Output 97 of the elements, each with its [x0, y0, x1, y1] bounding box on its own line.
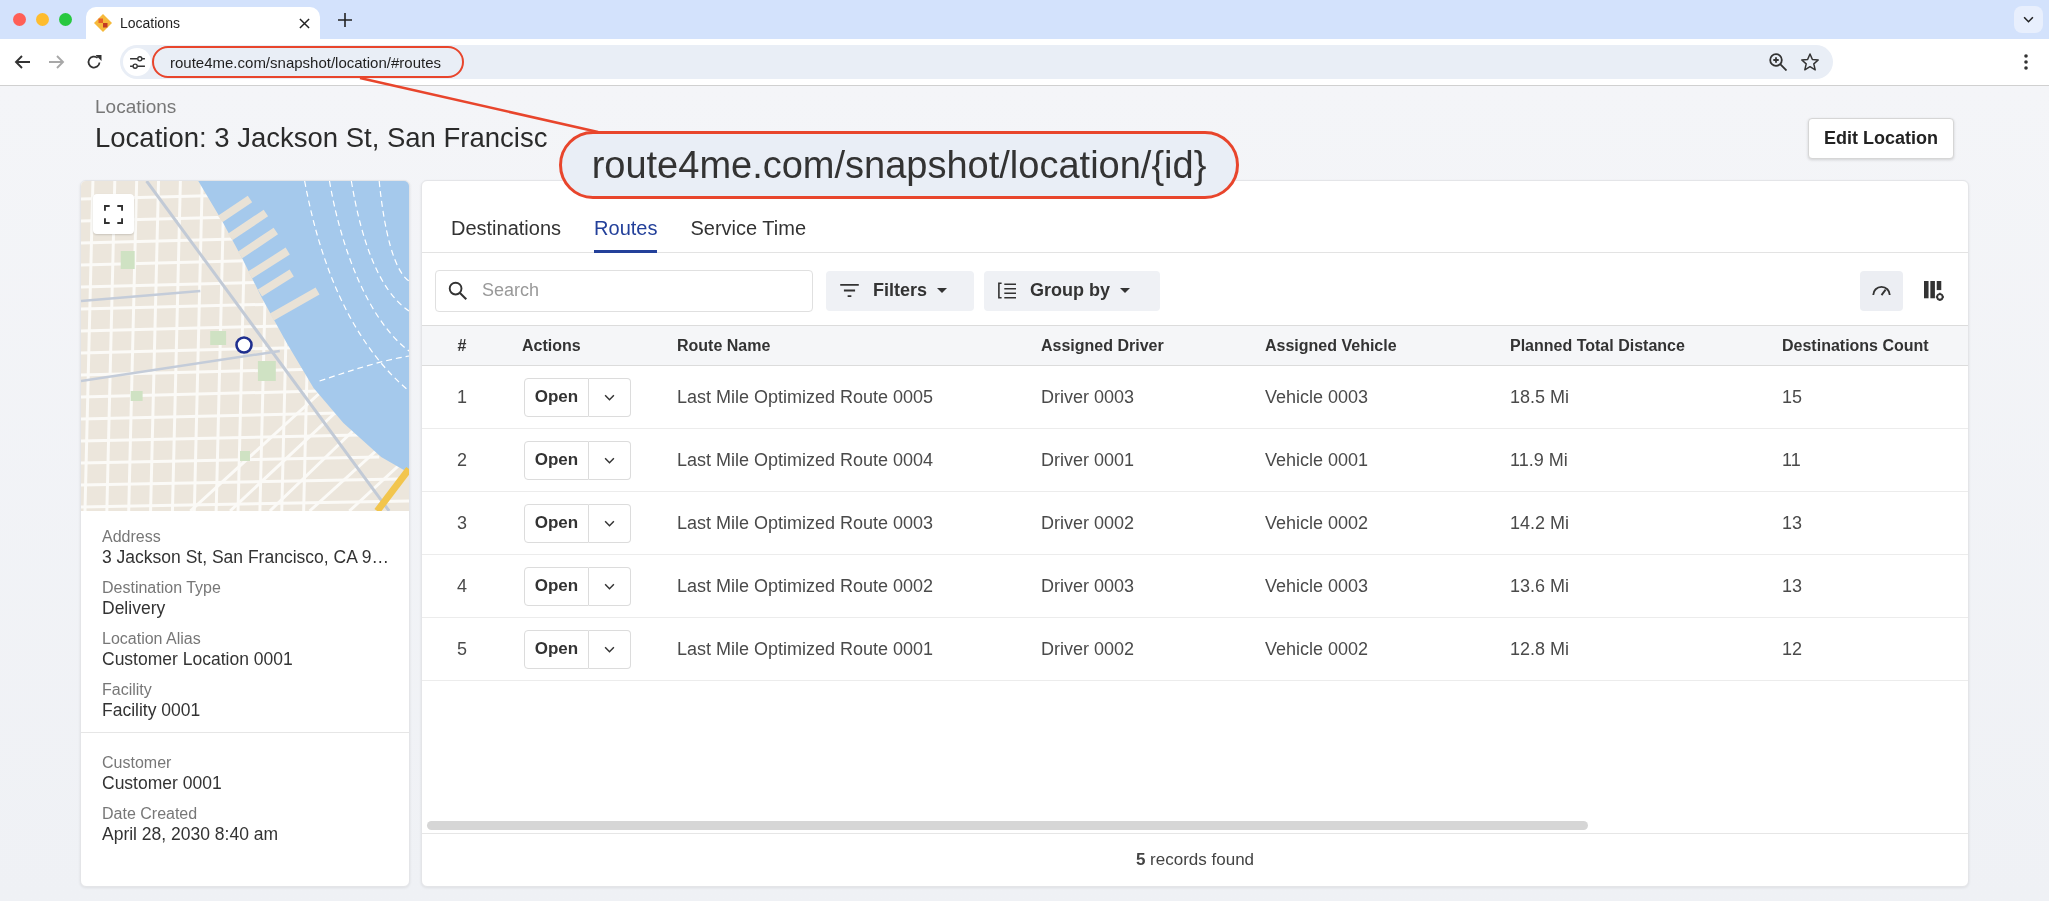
group-by-button[interactable]: Group by — [984, 270, 1160, 311]
table-cell: 5 — [457, 638, 467, 660]
table-cell: 13 — [1782, 575, 1803, 597]
table-cell: Driver 0002 — [1041, 638, 1135, 660]
fullscreen-icon — [104, 204, 123, 224]
tab-list-button[interactable] — [2014, 6, 2043, 33]
fullscreen-button[interactable] — [93, 194, 134, 234]
location-marker-icon[interactable] — [235, 336, 253, 354]
column-header[interactable]: Assigned Vehicle — [1265, 336, 1397, 355]
column-settings-icon[interactable] — [1924, 280, 1944, 301]
more-menu-icon[interactable] — [2024, 54, 2028, 70]
open-button[interactable]: Open — [524, 440, 589, 480]
close-icon[interactable] — [299, 17, 310, 29]
chevron-down-icon — [604, 645, 615, 653]
tune-icon — [129, 55, 145, 69]
field-label: Address — [102, 527, 162, 546]
table-cell: 13 — [1782, 512, 1803, 534]
table-cell: 13.6 Mi — [1510, 575, 1570, 597]
address-bar[interactable]: route4me.com/snapshot/location/#routes — [120, 45, 1833, 79]
column-header[interactable]: Destinations Count — [1782, 336, 1929, 355]
table-cell: 15 — [1782, 386, 1803, 408]
table-cell: Last Mile Optimized Route 0005 — [677, 386, 934, 408]
filter-icon — [840, 284, 859, 297]
table-cell: 4 — [457, 575, 467, 597]
breadcrumb-link[interactable]: Locations — [95, 95, 177, 119]
table-cell: Last Mile Optimized Route 0004 — [677, 449, 934, 471]
site-settings-button[interactable] — [123, 48, 151, 76]
chevron-down-icon — [604, 582, 615, 590]
url-callout: route4me.com/snapshot/location/{id} — [559, 131, 1239, 199]
field-value: Customer Location 0001 — [102, 648, 294, 670]
gauge-button[interactable] — [1860, 270, 1903, 311]
filters-button[interactable]: Filters — [826, 270, 974, 311]
table-cell: Vehicle 0003 — [1265, 575, 1369, 597]
open-button[interactable]: Open — [524, 566, 589, 606]
url-text: route4me.com/snapshot/location/#routes — [170, 53, 441, 71]
table-cell: Vehicle 0002 — [1265, 638, 1369, 660]
table-cell: 11.9 Mi — [1510, 449, 1568, 471]
field-label: Destination Type — [102, 578, 222, 597]
field-value: Facility 0001 — [102, 699, 202, 721]
page-title: Location: 3 Jackson St, San Francisc — [95, 122, 548, 154]
table-cell: Last Mile Optimized Route 0001 — [677, 638, 934, 660]
bookmark-star-icon[interactable] — [1801, 53, 1819, 71]
table-cell: 18.5 Mi — [1510, 386, 1570, 408]
field-value: April 28, 2030 8:40 am — [102, 823, 280, 845]
table-cell: Last Mile Optimized Route 0002 — [677, 575, 934, 597]
table-cell: Last Mile Optimized Route 0003 — [677, 512, 934, 534]
field-label: Customer — [102, 753, 173, 772]
tab[interactable]: Destinations — [451, 216, 562, 253]
search-field[interactable]: Search — [435, 269, 813, 312]
table-cell: Driver 0003 — [1041, 386, 1135, 408]
open-button[interactable]: Open — [524, 377, 589, 417]
field-label: Date Created — [102, 804, 199, 823]
back-arrow-icon[interactable] — [14, 55, 30, 69]
edit-location-button[interactable]: Edit Location — [1808, 118, 1954, 159]
browser-tab[interactable]: Locations — [86, 7, 320, 39]
column-header[interactable]: Route Name — [677, 336, 771, 355]
table-cell: Driver 0003 — [1041, 575, 1135, 597]
chevron-down-icon — [604, 393, 615, 401]
table-cell: 3 — [457, 512, 467, 534]
field-value: Delivery — [102, 597, 167, 619]
table-cell: Driver 0002 — [1041, 512, 1135, 534]
field-label: Location Alias — [102, 629, 202, 648]
table-cell: 1 — [457, 386, 467, 408]
chevron-down-icon — [604, 456, 615, 464]
open-button[interactable]: Open — [524, 503, 589, 543]
open-button[interactable]: Open — [524, 629, 589, 669]
search-icon — [448, 280, 467, 300]
field-value: Customer 0001 — [102, 772, 223, 794]
chevron-down-icon — [604, 519, 615, 527]
field-label: Facility — [102, 680, 153, 699]
records-count: 5 records found — [1135, 850, 1255, 870]
table-cell: 11 — [1782, 449, 1801, 471]
caret-down-icon — [1120, 288, 1130, 293]
scrollbar-thumb[interactable] — [427, 821, 1588, 830]
table-cell: Vehicle 0003 — [1265, 386, 1369, 408]
column-header[interactable]: Assigned Driver — [1041, 336, 1164, 355]
tab[interactable]: Routes — [594, 216, 658, 253]
table-cell: Vehicle 0002 — [1265, 512, 1369, 534]
table-cell: 12 — [1782, 638, 1803, 660]
reload-icon[interactable] — [86, 54, 102, 70]
chevron-down-icon — [2023, 16, 2034, 23]
field-value: 3 Jackson St, San Francisco, CA 9… — [102, 546, 390, 568]
zoom-in-icon[interactable] — [1769, 53, 1787, 71]
caret-down-icon — [937, 288, 948, 293]
column-header[interactable]: Actions — [522, 336, 581, 355]
table-cell: 14.2 Mi — [1510, 512, 1570, 534]
site-logo-icon — [94, 14, 112, 32]
table-cell: Driver 0001 — [1041, 449, 1135, 471]
column-header[interactable]: Planned Total Distance — [1510, 336, 1685, 355]
table-cell: Vehicle 0001 — [1265, 449, 1369, 471]
gauge-icon — [1872, 285, 1891, 296]
table-cell: 12.8 Mi — [1510, 638, 1570, 660]
plus-icon[interactable] — [338, 12, 352, 27]
column-header[interactable]: # — [457, 336, 467, 355]
tab[interactable]: Service Time — [690, 216, 807, 253]
grouped-list-icon — [998, 282, 1016, 299]
table-cell: 2 — [457, 449, 467, 471]
